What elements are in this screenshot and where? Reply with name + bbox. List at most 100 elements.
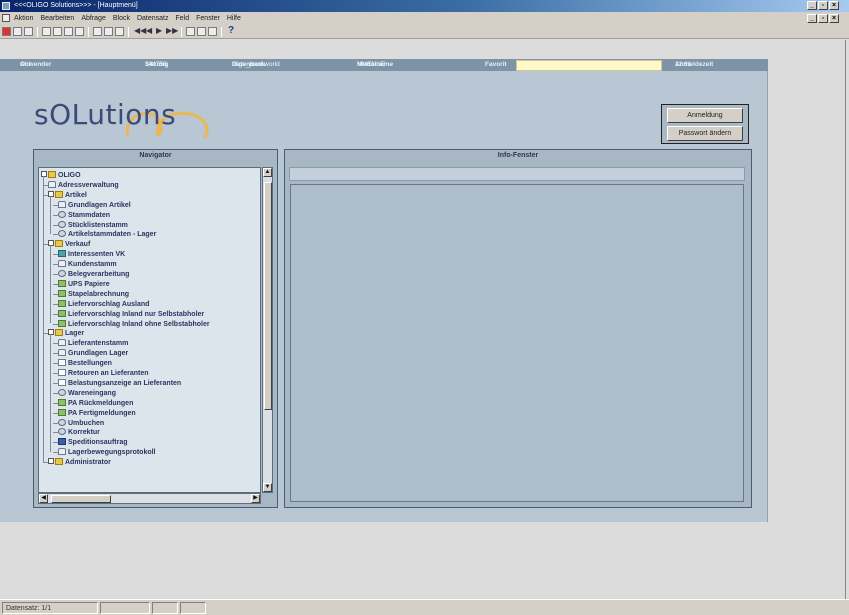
tree-item-label: Korrektur <box>68 429 100 437</box>
tree-item-speditionsauftrag[interactable]: Speditionsauftrag <box>58 438 128 447</box>
green-icon <box>58 289 66 297</box>
tree-item-retouren-an-lieferanten[interactable]: Retouren an Lieferanten <box>58 369 149 378</box>
teal-icon <box>58 250 66 258</box>
insert-record-icon[interactable] <box>186 27 195 36</box>
tree-connector <box>53 353 58 355</box>
tree-item-stücklistenstamm[interactable]: Stücklistenstamm <box>58 220 128 230</box>
tree-item-bestellungen[interactable]: Bestellungen <box>58 359 112 368</box>
restore-button[interactable]: ▫ <box>818 1 828 10</box>
print-icon[interactable] <box>13 27 22 36</box>
tree-item-lieferantenstamm[interactable]: Lieferantenstamm <box>58 339 128 348</box>
tree-item-label: Bestellungen <box>68 360 112 368</box>
document-menu-icon[interactable] <box>2 14 10 22</box>
scroll-up-icon[interactable]: ▲ <box>263 168 272 177</box>
navigator-tree[interactable]: OLIGO Adressverwaltung Artikel Grundlagen A… <box>38 167 261 493</box>
scroll-right-icon[interactable]: ▶ <box>251 494 260 503</box>
expand-collapse-icon[interactable] <box>41 171 47 177</box>
menu-feld[interactable]: Feld <box>176 12 190 25</box>
tree-item-umbuchen[interactable]: Umbuchen <box>58 418 104 428</box>
scroll-down-icon[interactable]: ▼ <box>263 483 272 492</box>
clear-icon[interactable] <box>75 27 84 36</box>
tree-item-artikelstammdaten-lager[interactable]: Artikelstammdaten - Lager <box>58 230 156 239</box>
tree-item-pa-rückmeldungen[interactable]: PA Rückmeldungen <box>58 398 133 408</box>
favorit-input[interactable] <box>516 60 662 71</box>
save-icon[interactable] <box>2 27 11 36</box>
tree-item-lager[interactable]: Lager <box>48 329 84 338</box>
tree-item-administrator[interactable]: Administrator <box>48 458 111 467</box>
exit-icon[interactable] <box>24 27 33 36</box>
document-minimize-button[interactable]: _ <box>807 14 817 23</box>
tree-item-label: Belastungsanzeige an Lieferanten <box>68 379 182 387</box>
passwort-aendern-button[interactable]: Passwort ändern <box>667 126 743 141</box>
document-close-button[interactable]: × <box>829 14 839 23</box>
paste-icon[interactable] <box>64 27 73 36</box>
menu-abfrage[interactable]: Abfrage <box>81 12 106 25</box>
anmeldung-button[interactable]: Anmeldung <box>667 108 743 123</box>
tree-item-grundlagen-lager[interactable]: Grundlagen Lager <box>58 349 128 358</box>
next-record-icon[interactable]: ▶ <box>156 26 162 35</box>
tree-item-liefervorschlag-inland-nur-selbstabholer[interactable]: Liefervorschlag Inland nur Selbstabholer <box>58 309 204 319</box>
query-enter-icon[interactable] <box>93 27 102 36</box>
prev-record-icon[interactable]: ◀ <box>146 26 152 35</box>
minimize-button[interactable]: _ <box>807 1 817 10</box>
last-record-icon[interactable]: ▶▶ <box>166 26 178 35</box>
menu-datensatz[interactable]: Datensatz <box>137 12 169 25</box>
document-restore-button[interactable]: ▫ <box>818 14 828 23</box>
tree-item-stammdaten[interactable]: Stammdaten <box>58 210 110 220</box>
tree-connector <box>53 323 58 325</box>
gear-icon <box>58 418 66 426</box>
lock-record-icon[interactable] <box>208 27 217 36</box>
tree-item-liefervorschlag-inland-ohne-selbstabholer[interactable]: Liefervorschlag Inland ohne Selbstabhole… <box>58 319 210 329</box>
toolbar: ◀◀ ◀ ▶ ▶▶ ? <box>0 25 849 39</box>
expand-collapse-icon[interactable] <box>48 190 54 197</box>
person-icon <box>48 180 56 188</box>
tree-item-korrektur[interactable]: Korrektur <box>58 428 100 437</box>
tree-item-liefervorschlag-ausland[interactable]: Liefervorschlag Ausland <box>58 299 149 309</box>
tree-item-belastungsanzeige-an-lieferanten[interactable]: Belastungsanzeige an Lieferanten <box>58 378 182 388</box>
first-record-icon[interactable]: ◀◀ <box>134 26 146 35</box>
scroll-left-icon[interactable]: ◀ <box>39 494 48 503</box>
tree-item-pa-fertigmeldungen[interactable]: PA Fertigmeldungen <box>58 408 136 418</box>
menu-fenster[interactable]: Fenster <box>196 12 220 25</box>
login-button-group: Anmeldung Passwort ändern <box>661 104 749 144</box>
tree-connector <box>53 422 58 424</box>
menu-aktion[interactable]: Aktion <box>14 12 33 25</box>
tree-item-oligo[interactable]: OLIGO <box>41 171 81 180</box>
app-icon[interactable] <box>2 2 10 10</box>
navigator-hscroll-thumb[interactable] <box>51 495 111 503</box>
navigator-horizontal-scrollbar[interactable]: ◀ ▶ <box>38 493 261 504</box>
expand-collapse-icon[interactable] <box>48 240 54 247</box>
navigator-panel: Navigator OLIGO Adressverwaltung Artikel Gr… <box>33 149 278 508</box>
tree-item-belegverarbeitung[interactable]: Belegverarbeitung <box>58 270 129 279</box>
tree-item-kundenstamm[interactable]: Kundenstamm <box>58 260 117 269</box>
menu-bearbeiten[interactable]: Bearbeiten <box>40 12 74 25</box>
toolbar-separator <box>88 27 89 37</box>
tree-item-adressverwaltung[interactable]: Adressverwaltung <box>48 180 119 190</box>
delete-record-icon[interactable] <box>197 27 206 36</box>
expand-collapse-icon[interactable] <box>48 458 54 465</box>
menu-block[interactable]: Block <box>113 12 130 25</box>
query-execute-icon[interactable] <box>104 27 113 36</box>
query-cancel-icon[interactable] <box>115 27 124 36</box>
copy-icon[interactable] <box>53 27 62 36</box>
tree-item-stapelabrechnung[interactable]: Stapelabrechnung <box>58 289 129 299</box>
tree-connector <box>53 274 58 275</box>
cut-icon[interactable] <box>42 27 51 36</box>
tree-item-wareneingang[interactable]: Wareneingang <box>58 388 116 398</box>
close-button[interactable]: × <box>829 1 839 10</box>
tree-item-lagerbewegungsprotokoll[interactable]: Lagerbewegungsprotokoll <box>58 448 156 457</box>
tree-item-interessenten-vk[interactable]: Interessenten VK <box>58 250 125 259</box>
tree-item-grundlagen-artikel[interactable]: Grundlagen Artikel <box>58 200 131 210</box>
tree-item-verkauf[interactable]: Verkauf <box>48 240 90 249</box>
window-controls: _ ▫ × <box>807 1 839 10</box>
navigator-vertical-scrollbar[interactable]: ▲ ▼ <box>262 167 273 493</box>
navigator-vscroll-thumb[interactable] <box>264 182 272 410</box>
toolbar-separator <box>128 27 129 37</box>
tree-item-artikel[interactable]: Artikel <box>48 190 87 200</box>
tree-item-ups-papiere[interactable]: UPS Papiere <box>58 279 110 289</box>
expand-collapse-icon[interactable] <box>48 329 54 336</box>
toolbar-separator <box>37 27 38 37</box>
tree-connector <box>53 234 58 236</box>
menu-hilfe[interactable]: Hilfe <box>227 12 241 25</box>
help-icon[interactable]: ? <box>228 25 234 36</box>
